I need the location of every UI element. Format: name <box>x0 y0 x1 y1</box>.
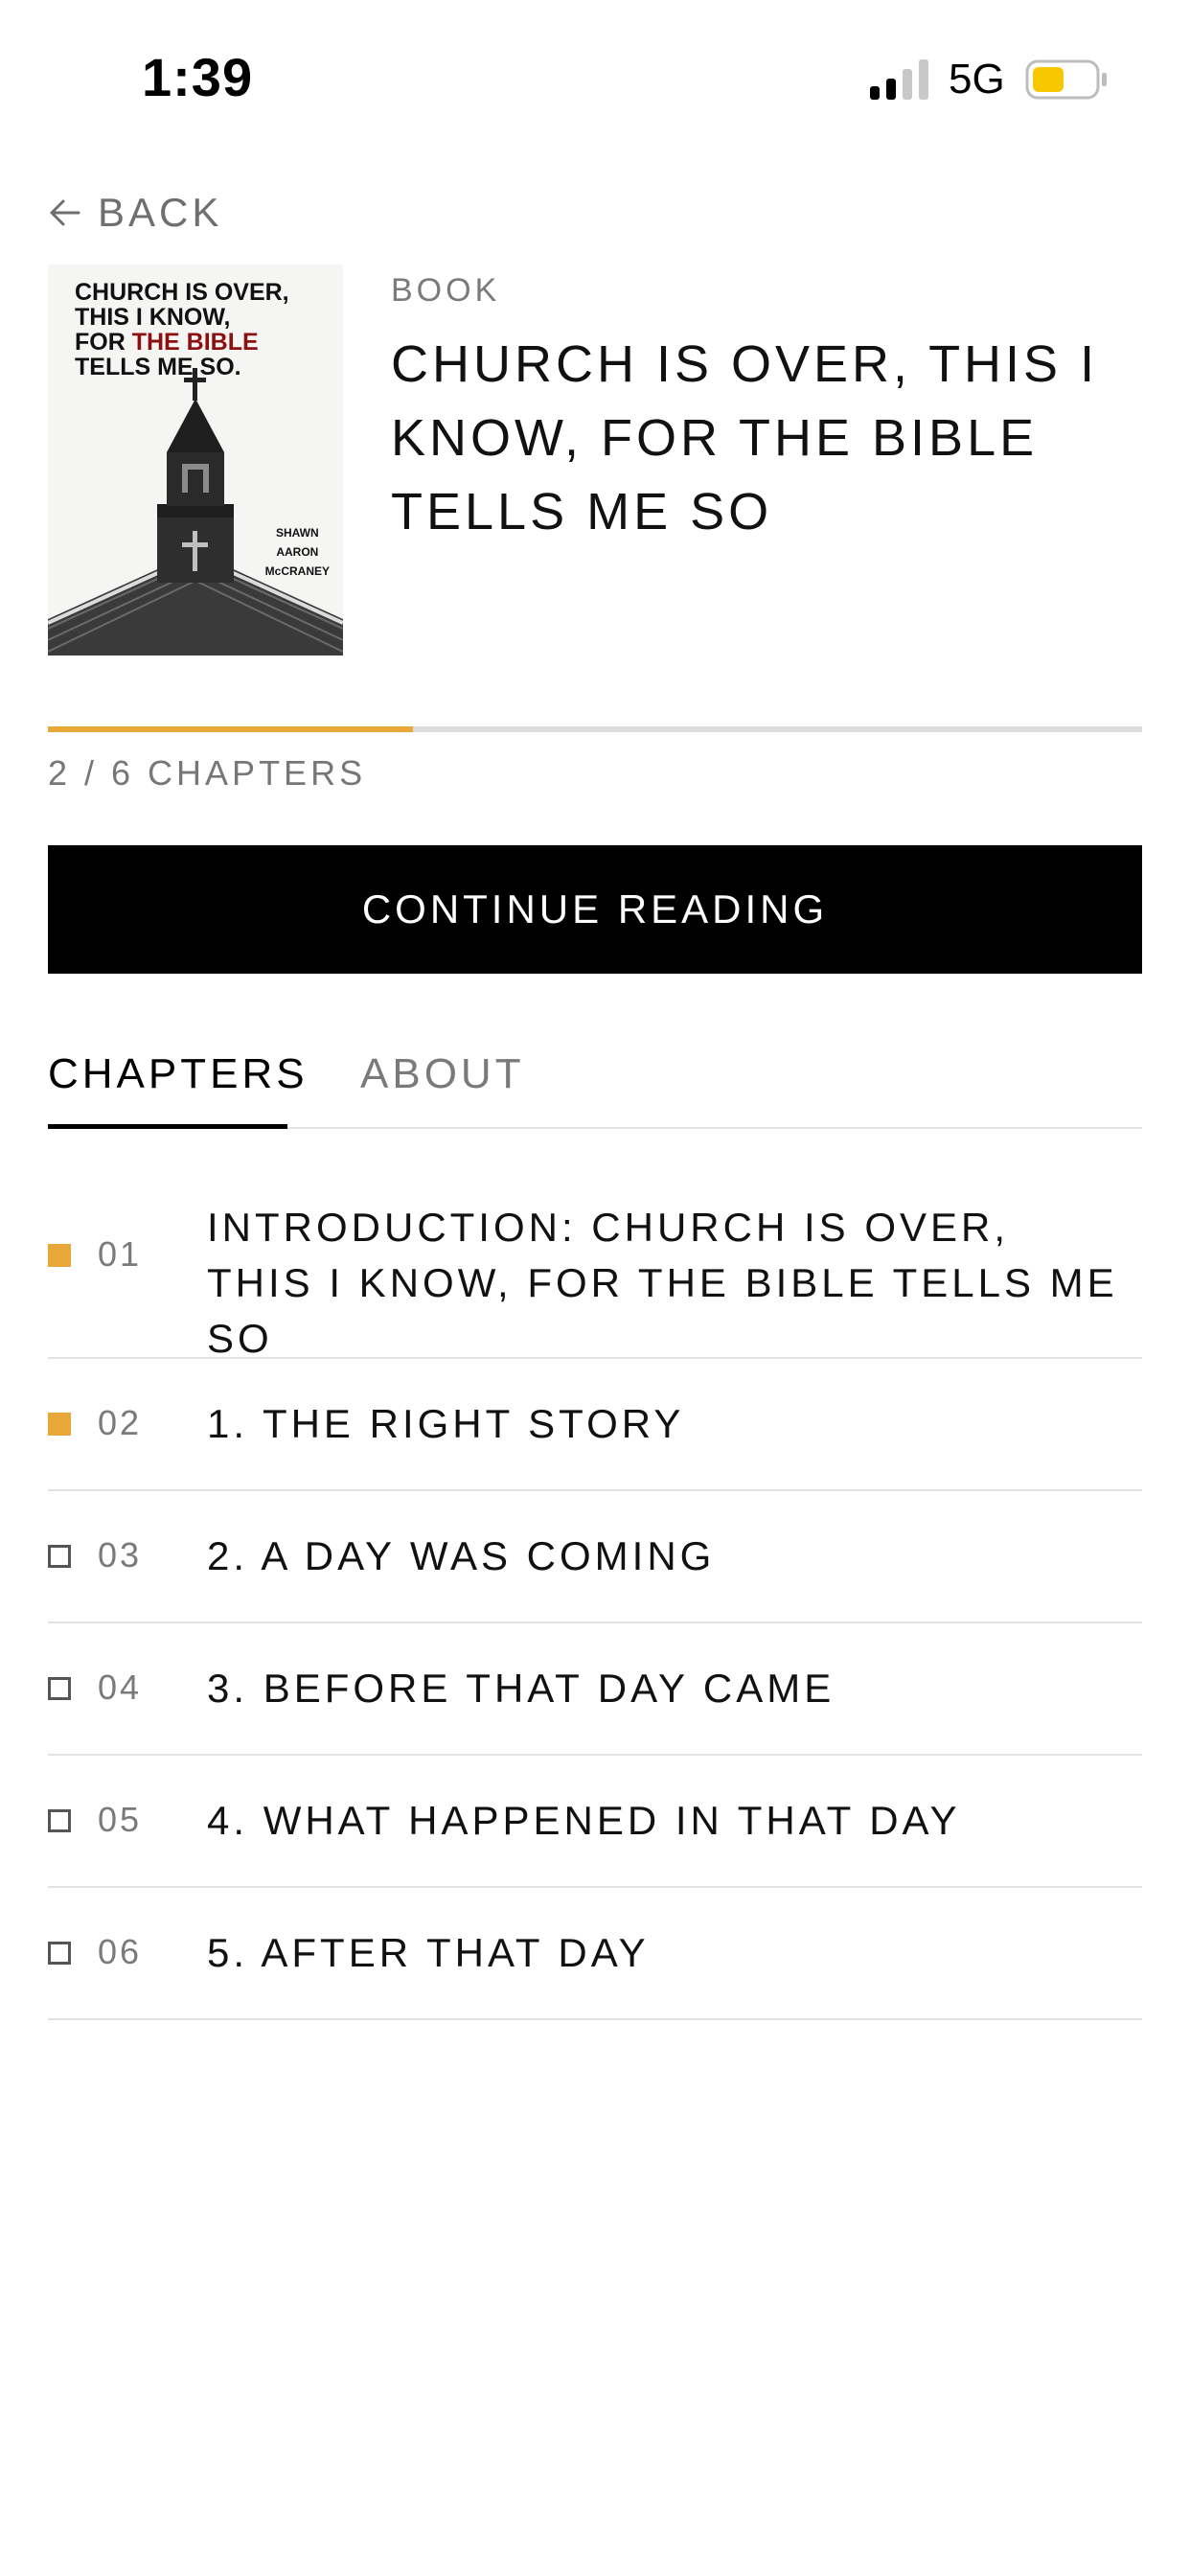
chapter-row-01[interactable]: 01 INTRODUCTION: CHURCH IS OVER, THIS I K… <box>48 1154 1142 1361</box>
chapter-number: 04 <box>98 1668 143 1707</box>
chapter-title: 5. AFTER THAT DAY <box>207 1930 650 1975</box>
chapter-unread-icon <box>48 1677 71 1700</box>
chapter-number: 01 <box>98 1234 143 1274</box>
book-type-label: BOOK <box>391 272 501 309</box>
cover-author: SHAWN AARON McCRANEY <box>264 526 330 578</box>
chapter-row-04[interactable]: 04 3. BEFORE THAT DAY CAME <box>48 1623 1142 1756</box>
back-button[interactable]: BACK <box>48 190 222 236</box>
chapter-unread-icon <box>48 1942 71 1965</box>
chapter-title: INTRODUCTION: CHURCH IS OVER, THIS I KNO… <box>207 1205 1118 1361</box>
chapter-completed-icon <box>48 1244 71 1267</box>
tab-about[interactable]: ABOUT <box>360 1050 525 1098</box>
status-time: 1:39 <box>142 47 254 107</box>
chapter-number: 05 <box>98 1800 143 1839</box>
chapter-number: 03 <box>98 1535 143 1575</box>
tab-chapters[interactable]: CHAPTERS <box>48 1050 309 1098</box>
chapter-row-06[interactable]: 06 5. AFTER THAT DAY <box>48 1888 1142 2020</box>
cellular-signal-icon <box>870 59 928 100</box>
chapter-number: 06 <box>98 1932 143 1971</box>
chapter-unread-icon <box>48 1809 71 1832</box>
church-steeple-illustration <box>48 368 343 656</box>
progress-text: 2 / 6 CHAPTERS <box>48 753 367 793</box>
chapter-title: 1. THE RIGHT STORY <box>207 1401 685 1446</box>
chapter-row-05[interactable]: 05 4. WHAT HAPPENED IN THAT DAY <box>48 1756 1142 1888</box>
continue-reading-button[interactable]: CONTINUE READING <box>48 845 1142 974</box>
chapter-number: 02 <box>98 1403 143 1442</box>
active-tab-indicator <box>48 1124 287 1129</box>
arrow-left-icon <box>50 199 80 226</box>
chapter-row-03[interactable]: 03 2. A DAY WAS COMING <box>48 1491 1142 1623</box>
chapter-title: 2. A DAY WAS COMING <box>207 1533 716 1578</box>
chapter-list: 01 INTRODUCTION: CHURCH IS OVER, THIS I K… <box>48 1154 1142 2020</box>
reading-progress-fill <box>48 726 413 732</box>
book-cover: CHURCH IS OVER, THIS I KNOW, FOR THE BIB… <box>48 264 343 656</box>
tab-bar: CHAPTERS ABOUT <box>48 1045 1142 1129</box>
back-label: BACK <box>98 190 223 235</box>
chapter-completed-icon <box>48 1413 71 1436</box>
reading-progress-bar <box>48 726 1142 732</box>
battery-icon <box>1025 59 1107 100</box>
chapter-row-02[interactable]: 02 1. THE RIGHT STORY <box>48 1359 1142 1491</box>
network-type: 5G <box>949 56 1005 103</box>
chapter-title: 3. BEFORE THAT DAY CAME <box>207 1666 835 1711</box>
book-title: CHURCH IS OVER, THIS I KNOW, FOR THE BIB… <box>391 335 1099 540</box>
chapter-unread-icon <box>48 1545 71 1568</box>
chapter-title: 4. WHAT HAPPENED IN THAT DAY <box>207 1798 961 1843</box>
